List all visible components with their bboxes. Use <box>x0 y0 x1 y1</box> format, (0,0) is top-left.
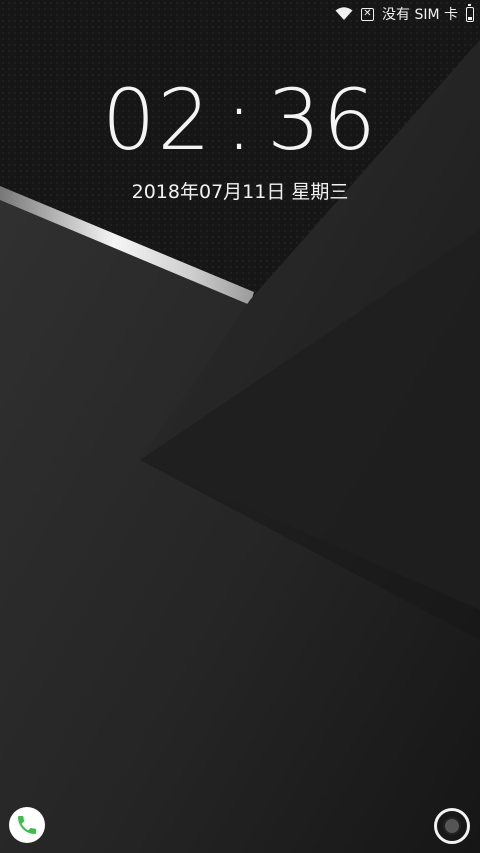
wifi-icon <box>335 7 353 20</box>
lockscreen-date: 2018年07月11日 星期三 <box>131 181 349 203</box>
clock-hours: 02 <box>101 71 213 169</box>
carrier-status-text: 没有 SIM 卡 <box>382 7 458 23</box>
camera-icon <box>443 817 461 835</box>
phone-shortcut-button[interactable] <box>9 807 45 843</box>
phone-icon <box>18 816 36 834</box>
clock-separator: : <box>224 71 256 169</box>
clock-minutes: 36 <box>267 71 379 169</box>
camera-shortcut-button[interactable] <box>434 808 470 844</box>
no-sim-icon: ✕ <box>361 7 374 21</box>
battery-icon <box>466 3 474 22</box>
status-bar: ✕ 没有 SIM 卡 <box>0 0 480 28</box>
lockscreen-clock: 02:36 <box>0 78 480 162</box>
